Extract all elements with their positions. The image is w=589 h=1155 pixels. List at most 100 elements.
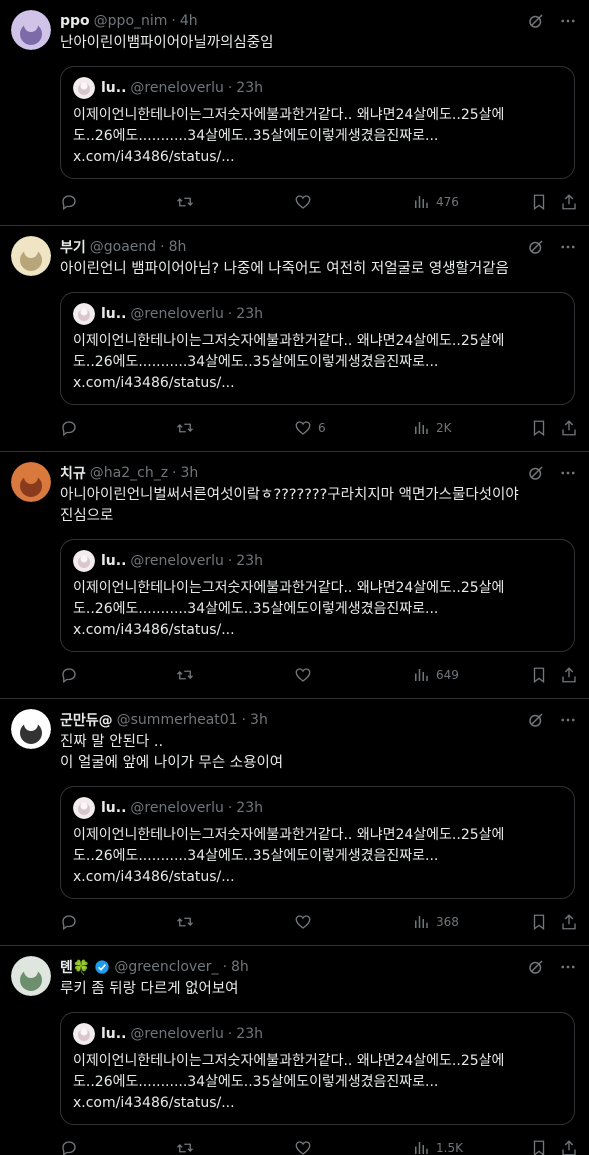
quoted-tweet[interactable]: lu.. @reneloverlu · 23h 이제이언니한테나이는그저숫자에불…	[60, 292, 575, 405]
like-icon	[295, 421, 311, 435]
more-icon[interactable]	[559, 464, 577, 482]
verified-badge-icon	[94, 959, 110, 975]
reply-button[interactable]	[60, 193, 78, 211]
bookmark-button[interactable]	[530, 666, 548, 684]
timestamp[interactable]: 3h	[181, 465, 199, 481]
views-button[interactable]: 368	[412, 913, 459, 931]
share-button[interactable]	[560, 1139, 578, 1155]
quoted-link[interactable]: x.com/i43486/status/...	[73, 867, 562, 888]
author-handle[interactable]: @greenclover_	[114, 959, 218, 975]
quoted-author-handle: @reneloverlu	[130, 800, 224, 816]
like-button[interactable]	[294, 193, 318, 211]
bookmark-icon	[533, 914, 545, 931]
tweet[interactable]: 부기 @goaend · 8h 아이린언니 뱀파이어아님? 나중에 나죽어도 여…	[0, 226, 589, 452]
retweet-button[interactable]	[176, 1139, 194, 1155]
quoted-text-line: 이제이언니한테나이는그저숫자에불과한거같다.. 왜냐면24살에도..25살에	[73, 1053, 505, 1069]
share-button[interactable]	[560, 913, 578, 931]
views-button[interactable]: 2K	[412, 419, 452, 437]
separator-dot: ·	[241, 712, 247, 728]
like-button[interactable]	[294, 1139, 318, 1155]
quoted-tweet[interactable]: lu.. @reneloverlu · 23h 이제이언니한테나이는그저숫자에불…	[60, 1012, 575, 1125]
retweet-button[interactable]	[176, 419, 194, 437]
share-button[interactable]	[560, 193, 578, 211]
quoted-link[interactable]: x.com/i43486/status/...	[73, 620, 562, 641]
grok-icon[interactable]	[527, 464, 545, 482]
author-name[interactable]: 군만듀@	[60, 710, 113, 730]
quoted-tweet-text: 이제이언니한테나이는그저숫자에불과한거같다.. 왜냐면24살에도..25살에 도…	[73, 105, 562, 168]
retweet-button[interactable]	[176, 193, 194, 211]
author-handle[interactable]: @ha2_ch_z	[90, 465, 168, 481]
bookmark-button[interactable]	[530, 913, 548, 931]
tweet-text: 아니아이린언니벌써서른여섯이랔ㅎ???????구라치지마 액면가스물다섯이야 진…	[60, 487, 519, 524]
quoted-tweet[interactable]: lu.. @reneloverlu · 23h 이제이언니한테나이는그저숫자에불…	[60, 66, 575, 179]
tweet-header: 치규 @ha2_ch_z · 3h	[60, 462, 575, 484]
more-icon[interactable]	[559, 238, 577, 256]
quoted-tweet[interactable]: lu.. @reneloverlu · 23h 이제이언니한테나이는그저숫자에불…	[60, 786, 575, 899]
avatar[interactable]	[11, 10, 51, 50]
timestamp[interactable]: 4h	[180, 13, 198, 29]
views-icon	[415, 669, 428, 681]
quoted-text-line: 이제이언니한테나이는그저숫자에불과한거같다.. 왜냐면24살에도..25살에	[73, 827, 505, 843]
quoted-tweet-text: 이제이언니한테나이는그저숫자에불과한거같다.. 왜냐면24살에도..25살에 도…	[73, 578, 562, 641]
like-icon	[295, 195, 311, 209]
reply-button[interactable]	[60, 1139, 78, 1155]
reply-button[interactable]	[60, 666, 78, 684]
author-handle[interactable]: @goaend	[90, 239, 156, 255]
bookmark-icon	[533, 1140, 545, 1155]
views-count: 476	[436, 195, 459, 209]
views-button[interactable]: 649	[412, 666, 459, 684]
tweet[interactable]: 치규 @ha2_ch_z · 3h 아니아이린언니벌써서른여섯이랔ㅎ??????…	[0, 452, 589, 699]
more-icon[interactable]	[559, 958, 577, 976]
author-handle[interactable]: @summerheat01	[117, 712, 238, 728]
timestamp[interactable]: 8h	[169, 239, 187, 255]
tweet-body: 부기 @goaend · 8h 아이린언니 뱀파이어아님? 나중에 나죽어도 여…	[60, 236, 578, 451]
quoted-link[interactable]: x.com/i43486/status/...	[73, 147, 562, 168]
tweet[interactable]: 톈🍀 @greenclover_ · 8h 루키 좀 뒤랑 다르게 없어보여 l…	[0, 946, 589, 1155]
bookmark-button[interactable]	[530, 193, 548, 211]
like-button[interactable]	[294, 913, 318, 931]
avatar[interactable]	[11, 956, 51, 996]
grok-icon[interactable]	[527, 711, 545, 729]
quoted-link[interactable]: x.com/i43486/status/...	[73, 373, 562, 394]
quoted-author-name: lu..	[101, 553, 127, 569]
like-button[interactable]: 6	[294, 419, 326, 437]
views-icon	[415, 196, 428, 208]
retweet-icon	[177, 423, 193, 433]
quoted-link[interactable]: x.com/i43486/status/...	[73, 1093, 562, 1114]
retweet-icon	[177, 670, 193, 680]
reply-button[interactable]	[60, 913, 78, 931]
retweet-button[interactable]	[176, 666, 194, 684]
bookmark-button[interactable]	[530, 419, 548, 437]
timestamp[interactable]: 3h	[250, 712, 268, 728]
author-name[interactable]: 톈🍀	[60, 957, 90, 977]
quoted-author-handle: @reneloverlu	[130, 80, 224, 96]
grok-icon[interactable]	[527, 238, 545, 256]
author-handle[interactable]: @ppo_nim	[94, 13, 168, 29]
retweet-button[interactable]	[176, 913, 194, 931]
more-icon[interactable]	[559, 12, 577, 30]
timestamp[interactable]: 8h	[231, 959, 249, 975]
tweet[interactable]: ppo @ppo_nim · 4h 난아이린이뱀파이어아닐까의심중임 lu.. …	[0, 0, 589, 226]
share-button[interactable]	[560, 419, 578, 437]
views-button[interactable]: 1.5K	[412, 1139, 463, 1155]
avatar[interactable]	[11, 236, 51, 276]
share-button[interactable]	[560, 666, 578, 684]
like-button[interactable]	[294, 666, 318, 684]
tweet[interactable]: 군만듀@ @summerheat01 · 3h 진짜 말 안된다 .. 이 얼굴…	[0, 699, 589, 946]
bookmark-button[interactable]	[530, 1139, 548, 1155]
avatar[interactable]	[11, 709, 51, 749]
avatar[interactable]	[11, 462, 51, 502]
views-button[interactable]: 476	[412, 193, 459, 211]
timeline-feed: ppo @ppo_nim · 4h 난아이린이뱀파이어아닐까의심중임 lu.. …	[0, 0, 589, 1155]
grok-icon[interactable]	[527, 958, 545, 976]
quoted-timestamp: 23h	[236, 800, 263, 816]
author-name[interactable]: 치규	[60, 463, 86, 483]
author-name[interactable]: ppo	[60, 13, 90, 29]
more-icon[interactable]	[559, 711, 577, 729]
tweet-header: 군만듀@ @summerheat01 · 3h	[60, 709, 575, 731]
grok-icon[interactable]	[527, 12, 545, 30]
quoted-tweet[interactable]: lu.. @reneloverlu · 23h 이제이언니한테나이는그저숫자에불…	[60, 539, 575, 652]
tweet-actions: 368	[60, 899, 578, 945]
author-name[interactable]: 부기	[60, 237, 86, 257]
reply-button[interactable]	[60, 419, 78, 437]
